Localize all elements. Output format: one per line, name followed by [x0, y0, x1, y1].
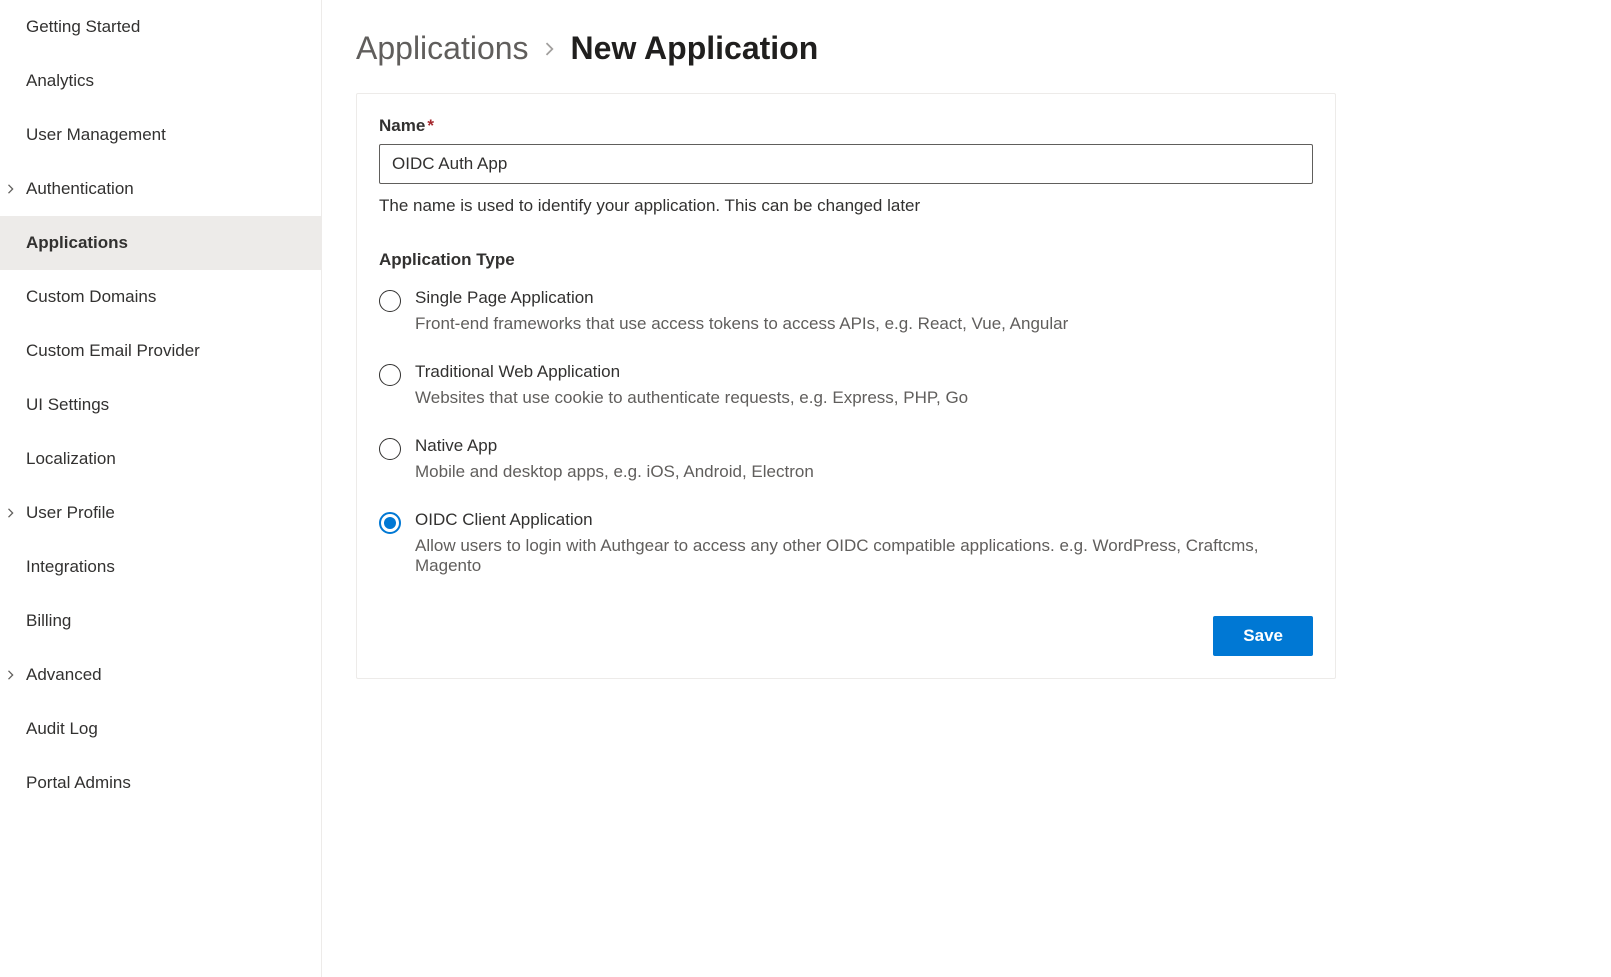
sidebar-item-user-management[interactable]: User Management [0, 108, 321, 162]
name-helper-text: The name is used to identify your applic… [379, 196, 1313, 216]
chevron-right-icon [543, 36, 557, 62]
radio-text: Native App Mobile and desktop apps, e.g. … [415, 436, 1313, 482]
sidebar-item-applications[interactable]: Applications [0, 216, 321, 270]
sidebar-item-user-profile[interactable]: User Profile [0, 486, 321, 540]
form-panel: Name* The name is used to identify your … [356, 93, 1336, 679]
breadcrumb: Applications New Application [356, 30, 1577, 67]
sidebar-nav: Getting Started Analytics User Management A… [0, 0, 322, 977]
required-indicator: * [427, 116, 434, 135]
sidebar-item-portal-admins[interactable]: Portal Admins [0, 756, 321, 810]
sidebar-item-advanced[interactable]: Advanced [0, 648, 321, 702]
sidebar-item-label: Analytics [26, 71, 94, 91]
sidebar-item-ui-settings[interactable]: UI Settings [0, 378, 321, 432]
radio-text: Single Page Application Front-end framewo… [415, 288, 1313, 334]
application-type-label: Application Type [379, 250, 1313, 270]
radio-description: Allow users to login with Authgear to ac… [415, 536, 1313, 576]
save-button[interactable]: Save [1213, 616, 1313, 656]
breadcrumb-current: New Application [571, 30, 819, 67]
radio-text: Traditional Web Application Websites that… [415, 362, 1313, 408]
sidebar-item-label: Integrations [26, 557, 115, 577]
sidebar-item-billing[interactable]: Billing [0, 594, 321, 648]
radio-title: Traditional Web Application [415, 362, 1313, 382]
sidebar-item-audit-log[interactable]: Audit Log [0, 702, 321, 756]
sidebar-item-custom-email-provider[interactable]: Custom Email Provider [0, 324, 321, 378]
application-type-radio-group: Single Page Application Front-end framewo… [379, 288, 1313, 576]
radio-title: OIDC Client Application [415, 510, 1313, 530]
sidebar-item-label: User Management [26, 125, 166, 145]
sidebar-item-label: Custom Domains [26, 287, 156, 307]
radio-description: Front-end frameworks that use access tok… [415, 314, 1313, 334]
name-label: Name* [379, 116, 1313, 136]
radio-title: Single Page Application [415, 288, 1313, 308]
sidebar-item-analytics[interactable]: Analytics [0, 54, 321, 108]
name-input[interactable] [379, 144, 1313, 184]
name-label-text: Name [379, 116, 425, 135]
sidebar-item-localization[interactable]: Localization [0, 432, 321, 486]
sidebar-item-label: Applications [26, 233, 128, 253]
radio-button-icon [379, 290, 401, 312]
radio-option-oidc-client-application[interactable]: OIDC Client Application Allow users to lo… [379, 510, 1313, 576]
radio-button-icon [379, 364, 401, 386]
sidebar-item-label: Getting Started [26, 17, 140, 37]
radio-option-single-page-application[interactable]: Single Page Application Front-end framewo… [379, 288, 1313, 334]
sidebar-item-custom-domains[interactable]: Custom Domains [0, 270, 321, 324]
form-footer: Save [379, 616, 1313, 656]
sidebar-item-label: Localization [26, 449, 116, 469]
radio-title: Native App [415, 436, 1313, 456]
radio-option-traditional-web-application[interactable]: Traditional Web Application Websites that… [379, 362, 1313, 408]
sidebar-item-label: UI Settings [26, 395, 109, 415]
sidebar-item-label: Billing [26, 611, 71, 631]
chevron-right-icon [2, 181, 20, 197]
radio-button-icon [379, 438, 401, 460]
radio-text: OIDC Client Application Allow users to lo… [415, 510, 1313, 576]
main-content: Applications New Application Name* The n… [322, 0, 1611, 977]
sidebar-item-getting-started[interactable]: Getting Started [0, 0, 321, 54]
chevron-right-icon [2, 667, 20, 683]
sidebar-item-label: Portal Admins [26, 773, 131, 793]
sidebar-item-authentication[interactable]: Authentication [0, 162, 321, 216]
sidebar-item-integrations[interactable]: Integrations [0, 540, 321, 594]
sidebar-item-label: Authentication [26, 179, 134, 199]
sidebar-item-label: User Profile [26, 503, 115, 523]
sidebar-item-label: Audit Log [26, 719, 98, 739]
radio-option-native-app[interactable]: Native App Mobile and desktop apps, e.g. … [379, 436, 1313, 482]
radio-button-icon [379, 512, 401, 534]
breadcrumb-parent[interactable]: Applications [356, 30, 529, 67]
radio-description: Websites that use cookie to authenticate… [415, 388, 1313, 408]
radio-description: Mobile and desktop apps, e.g. iOS, Andro… [415, 462, 1313, 482]
sidebar-item-label: Advanced [26, 665, 102, 685]
chevron-right-icon [2, 505, 20, 521]
sidebar-item-label: Custom Email Provider [26, 341, 200, 361]
